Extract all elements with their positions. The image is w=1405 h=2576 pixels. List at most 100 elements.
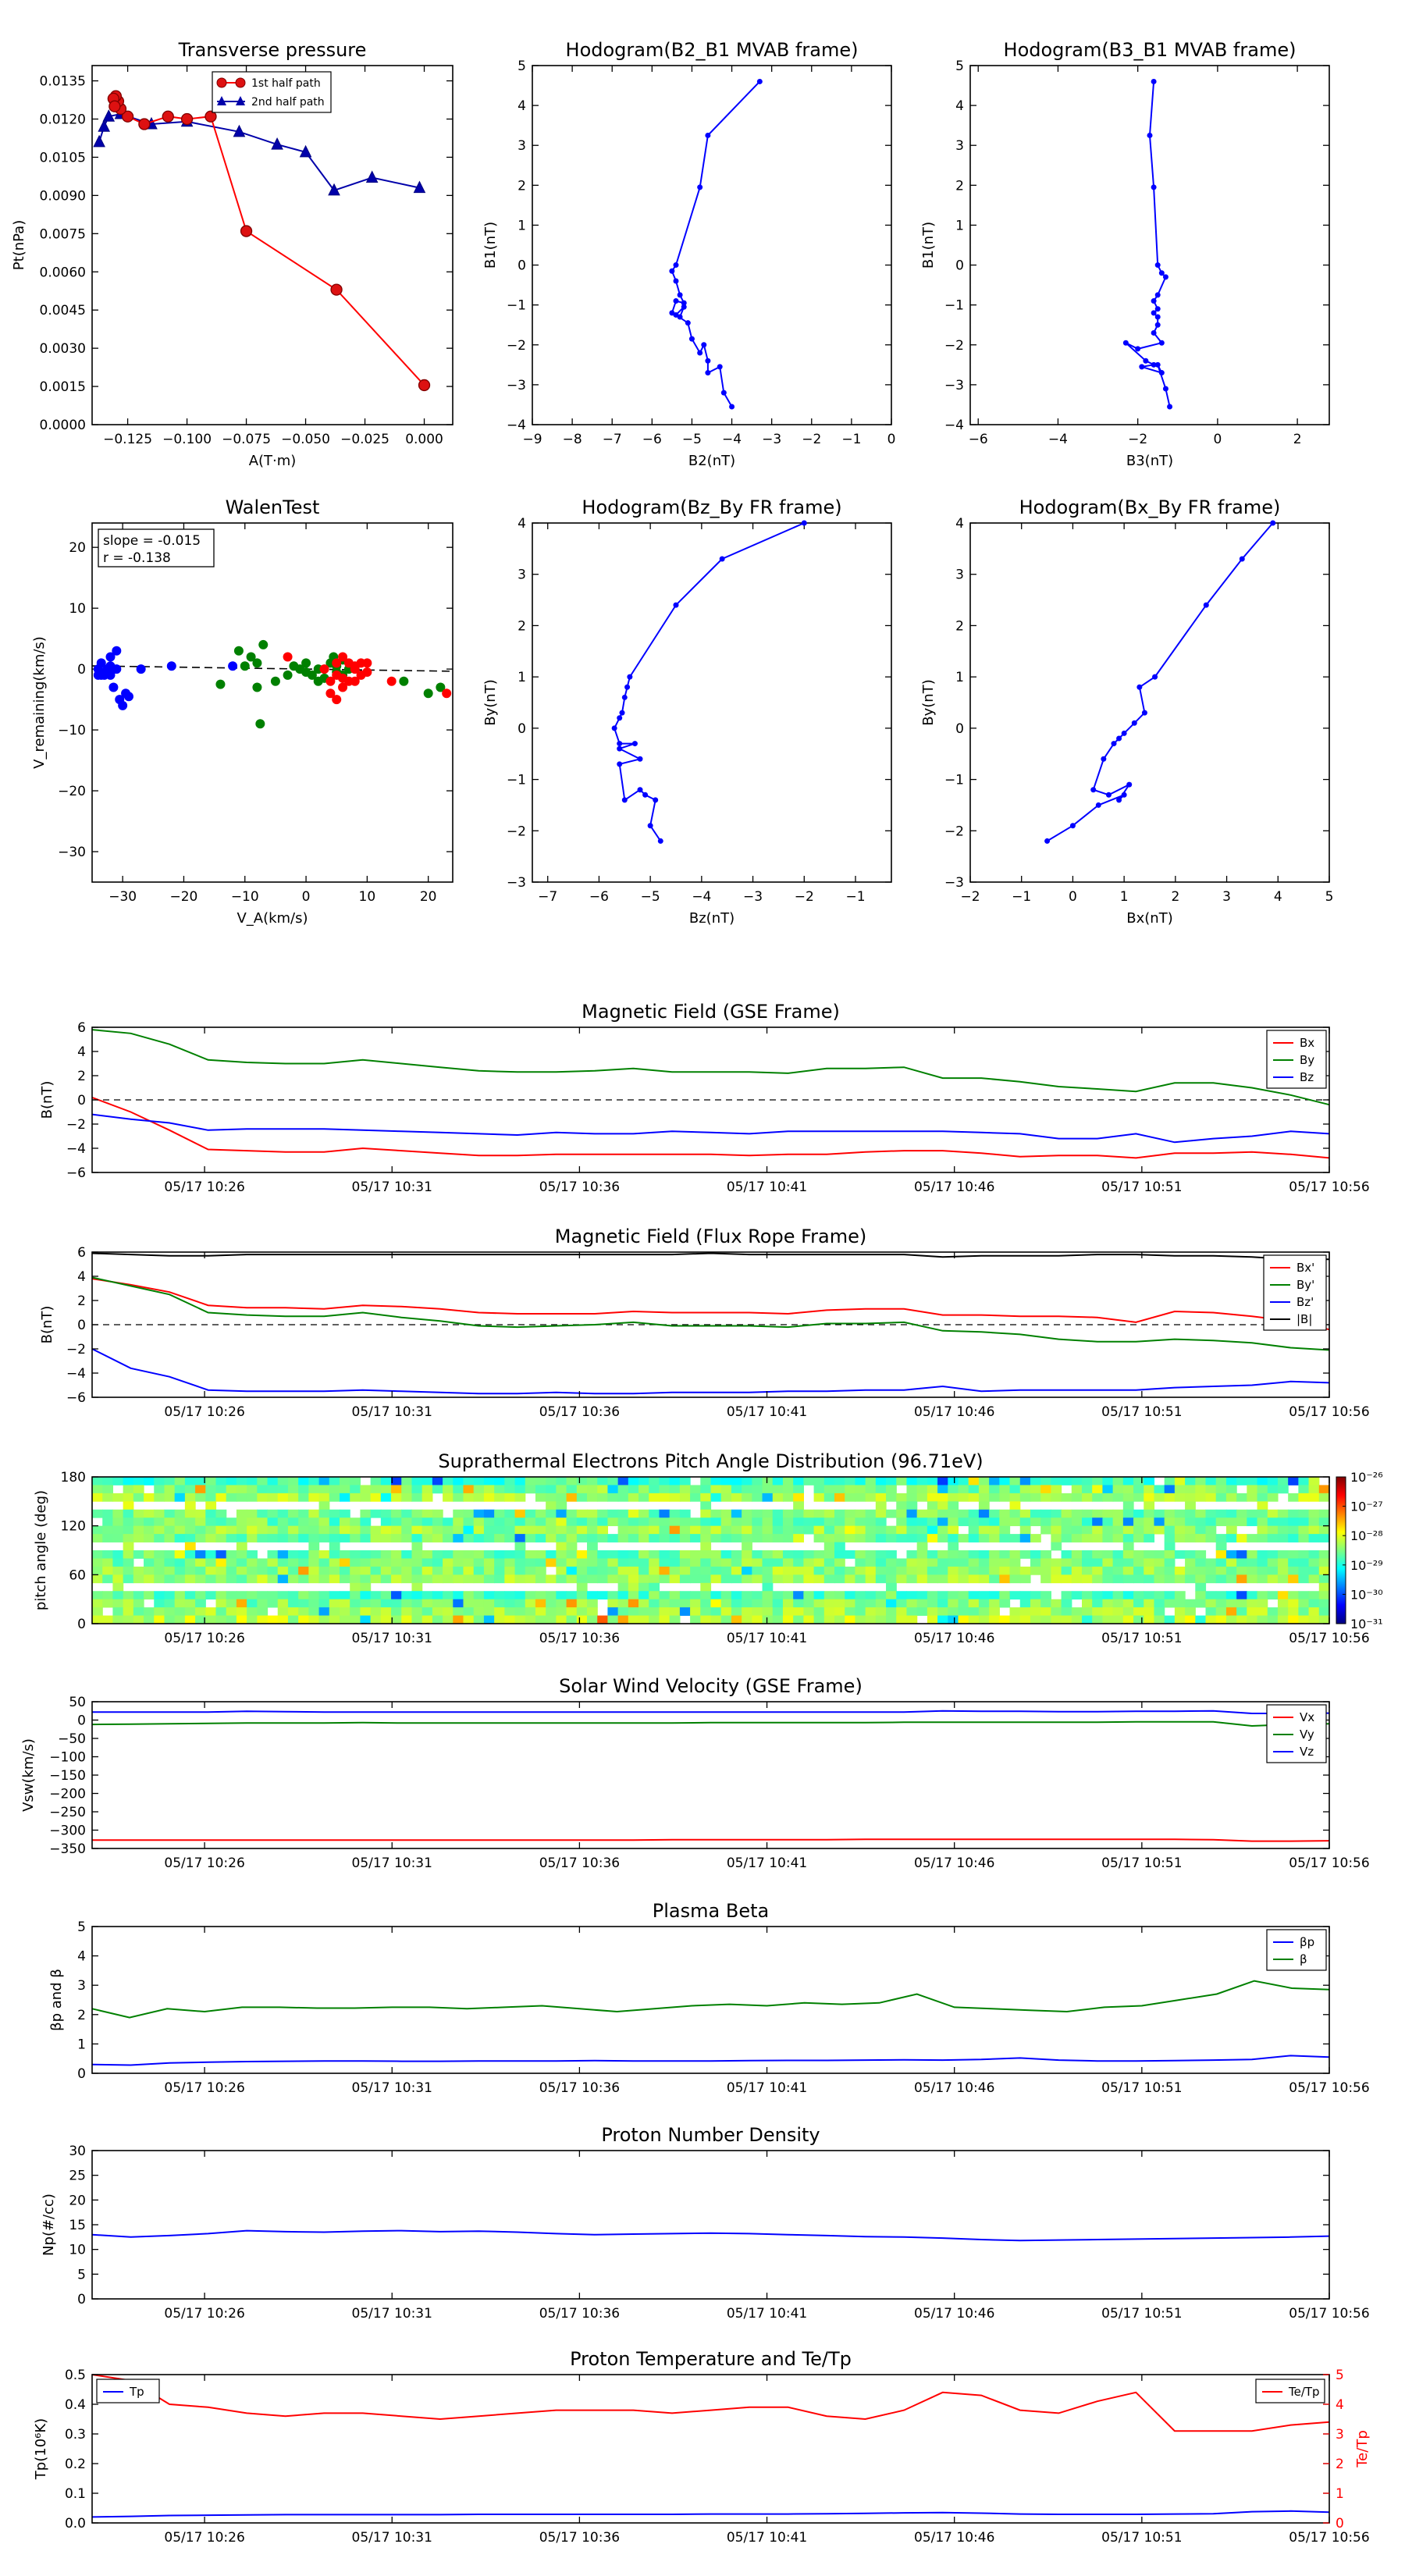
- pad-cell: [1318, 1493, 1330, 1502]
- pad-cell: [607, 1599, 619, 1608]
- y-tick-label: 10: [69, 601, 86, 617]
- pad-cell: [184, 1509, 196, 1518]
- pad-cell: [731, 1525, 742, 1535]
- pad-cell: [546, 1509, 557, 1518]
- pad-cell: [720, 1607, 732, 1616]
- x-tick-label: −7: [538, 889, 557, 905]
- y-tick-label: 3: [955, 568, 964, 583]
- pad-cell: [1122, 1574, 1134, 1584]
- pad-cell: [916, 1591, 928, 1600]
- y-tick-label: 0: [77, 1318, 86, 1333]
- pad-cell: [710, 1485, 722, 1494]
- pad-cell: [308, 1591, 320, 1600]
- h2-point: [1158, 340, 1165, 346]
- pad-cell: [453, 1525, 464, 1535]
- pad-cell: [1019, 1493, 1031, 1502]
- pad-cell: [380, 1599, 392, 1608]
- pad-cell: [1061, 1517, 1072, 1527]
- pad-cell: [432, 1615, 443, 1624]
- pad-cell: [1247, 1566, 1258, 1575]
- tp-series-Tp: [91, 2510, 1330, 2518]
- pad-cell: [659, 1517, 670, 1527]
- pad-cell: [1288, 1574, 1299, 1584]
- pad-cell: [793, 1566, 804, 1575]
- y-tick-label: 1: [955, 670, 964, 685]
- pad-cell: [92, 1525, 103, 1535]
- pad-cell: [92, 1509, 103, 1518]
- pad-colorbar-label: 10⁻³¹: [1350, 1617, 1383, 1631]
- pad-cell: [813, 1591, 825, 1600]
- pad-cell: [978, 1525, 990, 1535]
- pad-cell: [443, 1534, 454, 1542]
- pad-cell: [195, 1550, 206, 1559]
- pad-cell: [813, 1607, 825, 1616]
- walen-point-green: [233, 646, 244, 656]
- pad-cell: [823, 1525, 835, 1535]
- pad-cell: [958, 1607, 969, 1616]
- pad-cell: [999, 1477, 1011, 1485]
- walen-point-green: [258, 639, 269, 649]
- pad-cell: [762, 1550, 774, 1559]
- pad-cell: [1071, 1607, 1083, 1616]
- pad-cell: [1236, 1477, 1247, 1485]
- pad-cell: [370, 1477, 382, 1485]
- plot-title: Plasma Beta: [653, 1900, 769, 1922]
- y-axis-label: V_remaining(km/s): [31, 636, 48, 769]
- pad-cell: [617, 1509, 629, 1518]
- pad-cell: [638, 1525, 649, 1535]
- pad-cell: [597, 1534, 609, 1542]
- pad-cell: [813, 1599, 825, 1608]
- pad-cell: [411, 1550, 423, 1559]
- pad-cell: [340, 1591, 350, 1600]
- pad-cell: [215, 1517, 227, 1527]
- pad-cell: [948, 1591, 959, 1600]
- pad-cell: [1195, 1574, 1207, 1584]
- pad-cell: [1112, 1615, 1124, 1624]
- pad-cell: [1009, 1485, 1021, 1494]
- pad-cell: [318, 1550, 330, 1559]
- pad-cell: [865, 1477, 877, 1485]
- pad-cell: [287, 1566, 299, 1575]
- pad-cell: [587, 1493, 598, 1502]
- pad-cell: [308, 1615, 320, 1624]
- pad-cell: [1030, 1599, 1041, 1608]
- pad-cell: [906, 1525, 918, 1535]
- pad-cell: [318, 1477, 330, 1485]
- pad-cell: [989, 1607, 1000, 1616]
- pad-cell: [205, 1485, 217, 1494]
- h2-point: [1162, 386, 1168, 392]
- h4-point: [1069, 823, 1076, 829]
- pad-cell: [112, 1558, 124, 1567]
- pad-cell: [308, 1525, 320, 1535]
- pad-cell: [1205, 1477, 1217, 1485]
- pad-cell: [607, 1550, 619, 1559]
- pad-cell: [679, 1509, 691, 1518]
- pad-cell: [391, 1615, 402, 1624]
- pad-cell: [1185, 1566, 1196, 1575]
- pad-cell: [1144, 1509, 1155, 1518]
- pad-cell: [587, 1477, 598, 1485]
- pad-cell: [886, 1485, 897, 1494]
- pad-cell: [803, 1550, 815, 1559]
- pad-cell: [1247, 1517, 1258, 1527]
- pad-cell: [1288, 1517, 1299, 1527]
- pad-cell: [628, 1550, 639, 1559]
- pad-cell: [1133, 1550, 1144, 1559]
- pad-cell: [1174, 1615, 1186, 1624]
- pad-cell: [742, 1615, 752, 1624]
- time-tick-label: 05/17 10:46: [914, 1631, 994, 1646]
- pad-cell: [1298, 1477, 1310, 1485]
- pad-cell: [453, 1558, 464, 1567]
- walen-point-red: [386, 676, 397, 686]
- pad-cell: [443, 1517, 454, 1527]
- pad-cell: [546, 1493, 557, 1502]
- y-tick-label: −10: [58, 723, 86, 738]
- pad-cell: [762, 1558, 774, 1567]
- pad-cell: [576, 1525, 588, 1535]
- pad-cell: [1040, 1558, 1051, 1567]
- pad-cell: [937, 1501, 948, 1510]
- pad-cell: [669, 1566, 681, 1575]
- x-tick-label: −3: [743, 889, 763, 905]
- time-tick-label: 05/17 10:36: [539, 2530, 620, 2546]
- pad-cell: [823, 1493, 835, 1502]
